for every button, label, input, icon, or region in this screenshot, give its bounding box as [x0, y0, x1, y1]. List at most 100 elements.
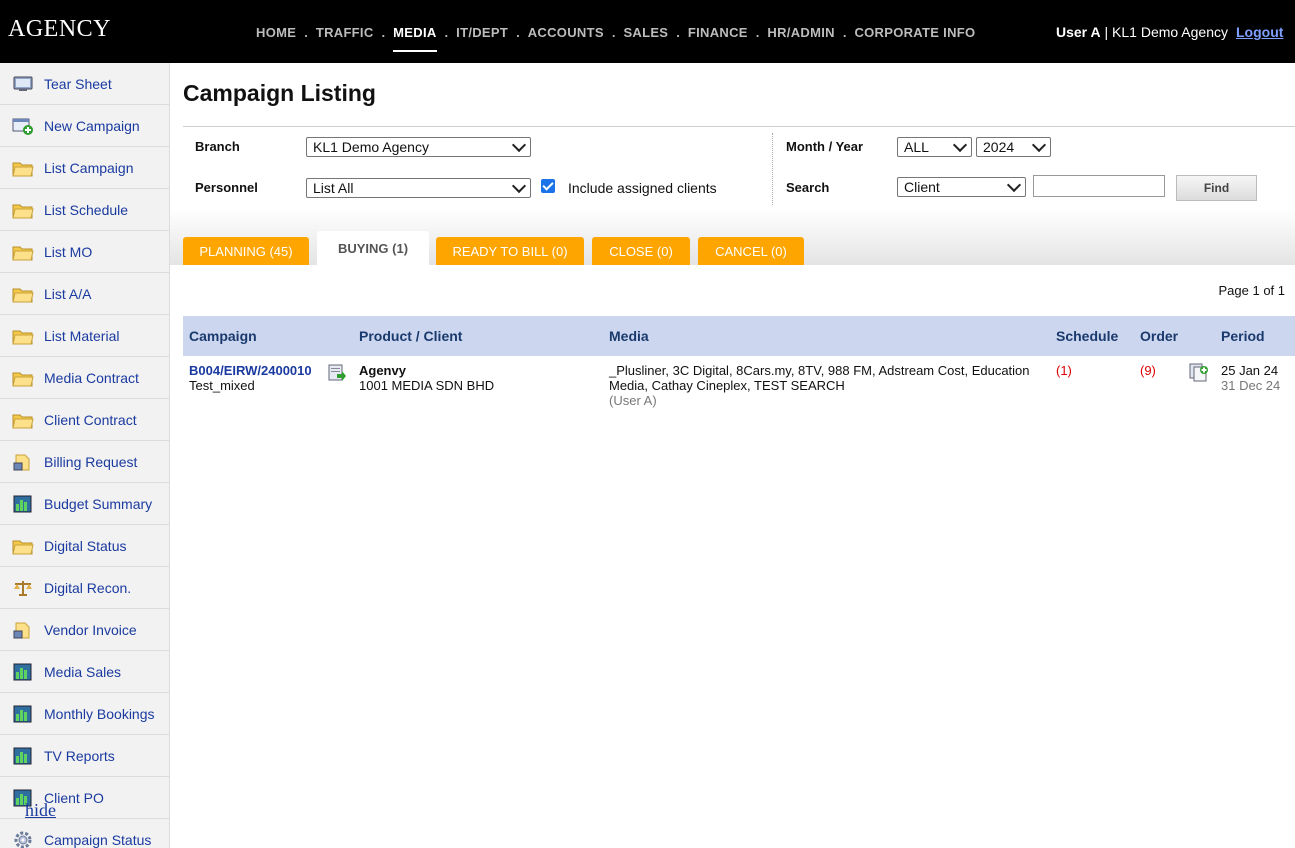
sidebar-item-client-contract[interactable]: Client Contract	[0, 399, 169, 441]
nav-home[interactable]: HOME	[256, 25, 296, 50]
page-indicator: Page 1 of 1	[1218, 283, 1286, 298]
user-divider: |	[1104, 24, 1109, 40]
folder-icon	[12, 411, 34, 429]
chevron-down-icon	[511, 178, 527, 194]
filter-panel: Branch KL1 Demo Agency Personnel List Al…	[183, 126, 1295, 211]
sidebar-item-new-campaign[interactable]: New Campaign	[0, 105, 169, 147]
folder-icon	[12, 327, 34, 345]
month-select[interactable]: ALL	[897, 137, 972, 157]
agency-logo: AGENCY	[8, 16, 111, 42]
sidebar-item-media-sales[interactable]: Media Sales	[0, 651, 169, 693]
branch-label: Branch	[195, 139, 240, 154]
new-document-icon	[12, 117, 34, 135]
nav-media[interactable]: MEDIA	[393, 25, 437, 52]
sidebar-item-monthly-bookings[interactable]: Monthly Bookings	[0, 693, 169, 735]
filter-divider	[772, 133, 773, 205]
bar-chart-icon	[12, 663, 34, 681]
sidebar-item-media-contract[interactable]: Media Contract	[0, 357, 169, 399]
sidebar-item-budget-summary[interactable]: Budget Summary	[0, 483, 169, 525]
personnel-select[interactable]: List All	[306, 178, 531, 198]
folder-icon	[12, 201, 34, 219]
bar-chart-icon	[12, 747, 34, 765]
sidebar-item-list-material[interactable]: List Material	[0, 315, 169, 357]
gear-icon	[12, 831, 34, 848]
col-campaign: Campaign	[189, 328, 257, 344]
folder-icon	[12, 369, 34, 387]
copy-add-icon[interactable]	[1189, 363, 1209, 386]
media-list-line2: Media, Cathay Cineplex, TEST SEARCH	[609, 378, 845, 393]
col-product-client: Product / Client	[359, 328, 463, 344]
include-assigned-checkbox[interactable]	[541, 179, 555, 193]
bar-chart-icon	[12, 705, 34, 723]
user-agency: KL1 Demo Agency	[1112, 24, 1229, 40]
sidebar-item-list-mo[interactable]: List MO	[0, 231, 169, 273]
tab-ready-to-bill[interactable]: READY TO BILL (0)	[436, 237, 584, 265]
year-select[interactable]: 2024	[976, 137, 1051, 157]
main-nav: HOME. TRAFFIC. MEDIA. IT/DEPT. ACCOUNTS.…	[256, 25, 975, 52]
sidebar-item-tear-sheet[interactable]: Tear Sheet	[0, 63, 169, 105]
scale-icon	[12, 579, 34, 597]
folder-icon	[12, 537, 34, 555]
sidebar: Tear Sheet New Campaign List Campaign Li…	[0, 63, 170, 848]
folder-icon	[12, 159, 34, 177]
search-input[interactable]	[1033, 175, 1165, 197]
product-name: Agenvy	[359, 363, 406, 378]
tab-buying[interactable]: BUYING (1)	[317, 231, 429, 265]
sidebar-item-billing-request[interactable]: Billing Request	[0, 441, 169, 483]
search-label: Search	[786, 180, 830, 195]
sidebar-item-tv-reports[interactable]: TV Reports	[0, 735, 169, 777]
logout-link[interactable]: Logout	[1236, 24, 1283, 40]
period-end: 31 Dec 24	[1221, 378, 1281, 393]
tab-cancel[interactable]: CANCEL (0)	[698, 237, 804, 265]
export-icon[interactable]	[328, 364, 346, 385]
folder-icon	[12, 243, 34, 261]
campaign-number-link[interactable]: B004/EIRW/2400010	[189, 363, 312, 378]
monitor-icon	[12, 75, 34, 93]
chevron-down-icon	[511, 137, 527, 153]
chevron-down-icon	[1006, 177, 1022, 193]
include-assigned-label: Include assigned clients	[568, 180, 717, 196]
media-user: (User A)	[609, 393, 657, 408]
page-title: Campaign Listing	[183, 80, 376, 106]
month-year-label: Month / Year	[786, 139, 864, 154]
chevron-down-icon	[1031, 137, 1047, 153]
sidebar-item-list-schedule[interactable]: List Schedule	[0, 189, 169, 231]
order-count-link[interactable]: (9)	[1140, 363, 1156, 378]
sidebar-item-list-aa[interactable]: List A/A	[0, 273, 169, 315]
col-schedule: Schedule	[1056, 328, 1119, 344]
find-button[interactable]: Find	[1176, 175, 1257, 201]
nav-hr-admin[interactable]: HR/ADMIN	[767, 25, 834, 50]
tab-planning[interactable]: PLANNING (45)	[183, 237, 309, 265]
client-name: 1001 MEDIA SDN BHD	[359, 378, 495, 393]
branch-select[interactable]: KL1 Demo Agency	[306, 137, 531, 157]
user-name: User A	[1056, 24, 1101, 40]
tab-close[interactable]: CLOSE (0)	[592, 237, 690, 265]
sidebar-item-campaign-status[interactable]: Campaign Status	[0, 819, 169, 848]
personnel-label: Personnel	[195, 180, 258, 195]
sidebar-item-digital-recon[interactable]: Digital Recon.	[0, 567, 169, 609]
col-media: Media	[609, 328, 649, 344]
period-start: 25 Jan 24	[1221, 363, 1279, 378]
nav-corporate-info[interactable]: CORPORATE INFO	[854, 25, 975, 50]
col-order: Order	[1140, 328, 1179, 344]
table-row: B004/EIRW/2400010 Test_mixed Agenvy 1001…	[183, 356, 1295, 416]
sidebar-item-vendor-invoice[interactable]: Vendor Invoice	[0, 609, 169, 651]
nav-finance[interactable]: FINANCE	[688, 25, 748, 50]
nav-sales[interactable]: SALES	[623, 25, 668, 50]
campaign-name: Test_mixed	[189, 378, 255, 393]
media-list-line1: _Plusliner, 3C Digital, 8Cars.my, 8TV, 9…	[609, 363, 1030, 378]
nav-traffic[interactable]: TRAFFIC	[316, 25, 374, 50]
status-tabs: PLANNING (45) BUYING (1) READY TO BILL (…	[170, 209, 1295, 265]
col-period: Period	[1221, 328, 1265, 344]
table-header: Campaign Product / Client Media Schedule…	[183, 316, 1295, 356]
nav-accounts[interactable]: ACCOUNTS	[528, 25, 604, 50]
user-info: User A | KL1 Demo Agency	[1056, 24, 1228, 40]
sidebar-item-digital-status[interactable]: Digital Status	[0, 525, 169, 567]
folder-icon	[12, 285, 34, 303]
chevron-down-icon	[952, 137, 968, 153]
nav-it-dept[interactable]: IT/DEPT	[456, 25, 508, 50]
sidebar-item-list-campaign[interactable]: List Campaign	[0, 147, 169, 189]
schedule-count-link[interactable]: (1)	[1056, 363, 1072, 378]
hide-sidebar-link[interactable]: hide	[25, 800, 56, 821]
search-field-select[interactable]: Client	[897, 177, 1026, 197]
